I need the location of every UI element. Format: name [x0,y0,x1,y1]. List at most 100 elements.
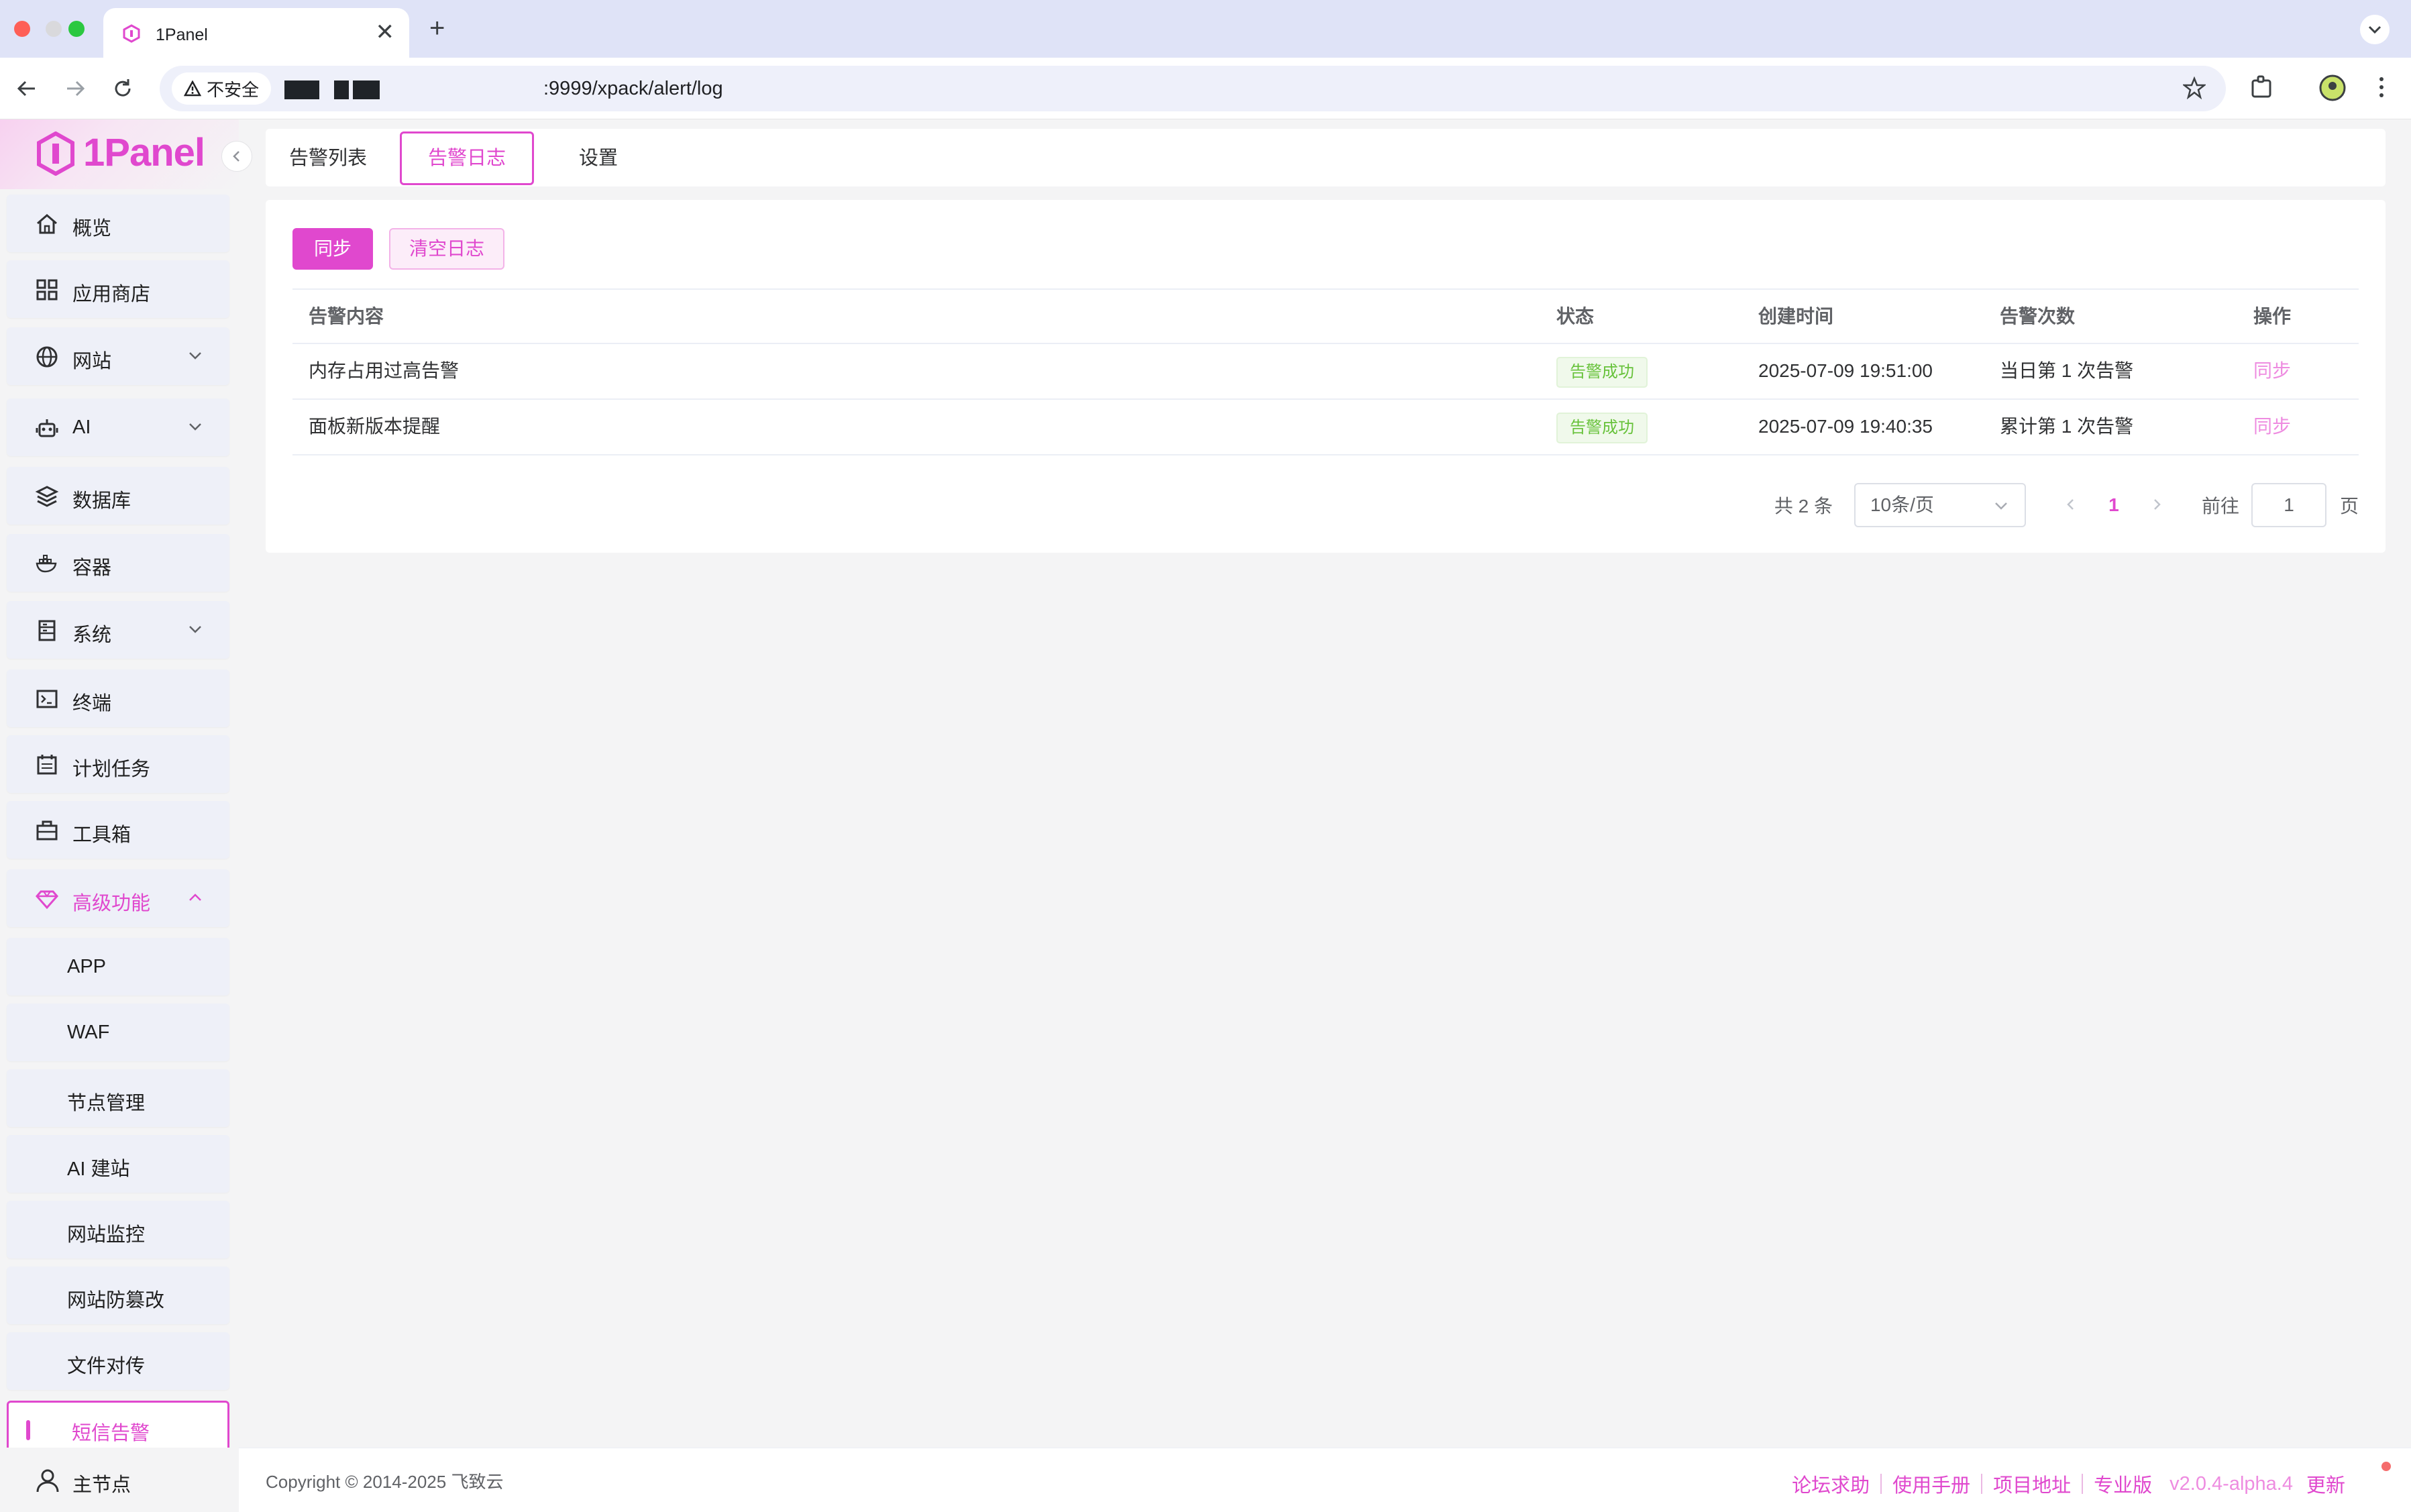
page-size-select[interactable]: 10条/页 [1854,483,2026,527]
window-maximize-button[interactable] [68,21,85,37]
divider [1981,1474,1983,1494]
sidebar-item-database[interactable]: 数据库 [7,467,229,525]
redacted-host [334,80,349,99]
copyright-text: Copyright © 2014-2025 飞致云 [266,1472,504,1492]
pro-edition-link[interactable]: 专业版 [2094,1470,2152,1498]
sidebar-item-system[interactable]: 系统 [7,601,229,659]
sidebar-item-app-store[interactable]: 应用商店 [7,260,229,318]
table-row: 面板新版本提醒 告警成功 2025-07-09 19:40:35 累计第 1 次… [292,400,2359,455]
security-indicator[interactable]: 不安全 [172,72,272,105]
sidebar-item-label: 应用商店 [72,284,151,305]
browser-tab[interactable]: 1Panel ✕ [103,8,409,59]
page-suffix: 页 [2339,496,2359,517]
sidebar-item-label: 概览 [72,218,112,239]
user-icon [36,1469,59,1493]
alert-count: 当日第 1 次告警 [2000,360,2134,381]
sidebar-item-cron[interactable]: 计划任务 [7,735,229,793]
toolbox-icon [36,820,58,841]
sidebar-item-toolbox[interactable]: 工具箱 [7,801,229,859]
sidebar-subitem-waf[interactable]: WAF [7,1004,229,1061]
sidebar-item-container[interactable]: 容器 [7,534,229,592]
status-cell: 告警成功 [1556,400,1648,453]
sidebar-item-overview[interactable]: 概览 [7,195,229,252]
prev-page-button[interactable] [2054,494,2088,516]
window-close-button[interactable] [14,21,30,37]
sidebar-item-label: 短信告警 [72,1423,150,1444]
version-text: v2.0.4-alpha.4 [2169,1472,2293,1495]
table-header: 告警内容 状态 创建时间 告警次数 操作 [292,288,2359,344]
sidebar-subitem-tamper-proof[interactable]: 网站防篡改 [7,1266,229,1324]
new-tab-icon[interactable]: + [429,12,445,44]
update-link[interactable]: 更新 [2306,1470,2345,1498]
sidebar-item-website[interactable]: 网站 [7,327,229,385]
chevron-down-icon [189,352,201,360]
chevron-down-icon [2368,25,2381,34]
1panel-logo-icon [37,131,74,176]
chevron-left-icon [233,151,239,162]
sidebar-item-label: 数据库 [72,490,131,512]
sync-button[interactable]: 同步 [292,228,373,270]
alert-log-table: 告警内容 状态 创建时间 告警次数 操作 内存占用过高告警 告警成功 2025-… [292,288,2359,455]
sidebar-subitem-file-transfer[interactable]: 文件对传 [7,1332,229,1390]
profile-avatar-icon[interactable] [2318,74,2347,102]
column-header-operation: 操作 [2253,306,2292,327]
tab-alert-log[interactable]: 告警日志 [400,131,534,185]
sidebar-subitem-ai-site[interactable]: AI 建站 [7,1135,229,1193]
project-link[interactable]: 项目地址 [1993,1470,2071,1498]
clear-log-button[interactable]: 清空日志 [389,228,504,270]
tab-close-icon[interactable]: ✕ [376,19,395,46]
redacted-host [353,80,380,99]
sidebar-subitem-sms-alert[interactable]: 短信告警 [7,1401,229,1452]
server-icon [38,620,56,641]
sidebar-item-label: 网站防篡改 [67,1290,165,1311]
forward-arrow-icon[interactable] [62,75,89,102]
robot-icon [36,419,58,437]
chevron-down-icon [1995,502,2007,510]
goto-page-input[interactable]: 1 [2251,483,2326,527]
tab-search-button[interactable] [2360,15,2390,44]
sidebar-item-advanced[interactable]: 高级功能 [7,869,229,927]
next-page-button[interactable] [2140,494,2174,516]
extensions-icon[interactable] [2249,74,2275,101]
address-bar[interactable]: 不安全 :9999/xpack/alert/log [160,66,2226,111]
url-text: :9999/xpack/alert/log [543,78,723,99]
reload-icon[interactable] [109,75,136,102]
back-arrow-icon[interactable] [13,75,40,102]
sidebar-item-label: 终端 [72,693,112,714]
row-sync-link[interactable]: 同步 [2253,344,2291,398]
sidebar-subitem-app[interactable]: APP [7,938,229,995]
selected-indicator [26,1420,30,1440]
page-number-current[interactable]: 1 [2088,494,2140,516]
sidebar-collapse-button[interactable] [221,141,252,172]
tab-settings[interactable]: 设置 [557,131,640,185]
sidebar-node-selector[interactable]: 主节点 [0,1448,239,1512]
sidebar-item-label: 系统 [72,625,112,646]
pagination-total: 共 2 条 [1774,496,1833,517]
calendar-icon [37,755,57,775]
node-label: 主节点 [72,1474,131,1496]
home-icon [37,214,57,234]
sidebar-subitem-nodes[interactable]: 节点管理 [7,1069,229,1127]
sidebar-item-label: 网站 [72,351,112,372]
table-row: 内存占用过高告警 告警成功 2025-07-09 19:51:00 当日第 1 … [292,344,2359,400]
more-vertical-icon[interactable] [2375,74,2388,101]
chevron-down-icon [189,626,201,633]
sidebar-item-terminal[interactable]: 终端 [7,669,229,727]
status-badge: 告警成功 [1556,357,1648,388]
sidebar-subitem-site-monitor[interactable]: 网站监控 [7,1201,229,1258]
warning-triangle-icon [184,80,201,97]
manual-link[interactable]: 使用手册 [1892,1470,1970,1498]
alert-log-card: 同步 清空日志 告警内容 状态 创建时间 告警次数 操作 内存占用过高告警 告警… [266,200,2386,553]
sidebar-item-ai[interactable]: AI [7,398,229,456]
tab-alert-list[interactable]: 告警列表 [282,131,374,185]
column-header-content: 告警内容 [309,306,384,327]
forum-link[interactable]: 论坛求助 [1792,1470,1870,1498]
bookmark-star-icon[interactable] [2183,76,2206,99]
sidebar-item-label: 文件对传 [67,1356,146,1377]
row-sync-link[interactable]: 同步 [2253,400,2291,453]
alert-content: 面板新版本提醒 [309,416,441,437]
window-minimize-button[interactable] [46,21,62,37]
chevron-up-icon [189,894,201,901]
status-cell: 告警成功 [1556,344,1648,398]
redacted-host [284,80,319,99]
